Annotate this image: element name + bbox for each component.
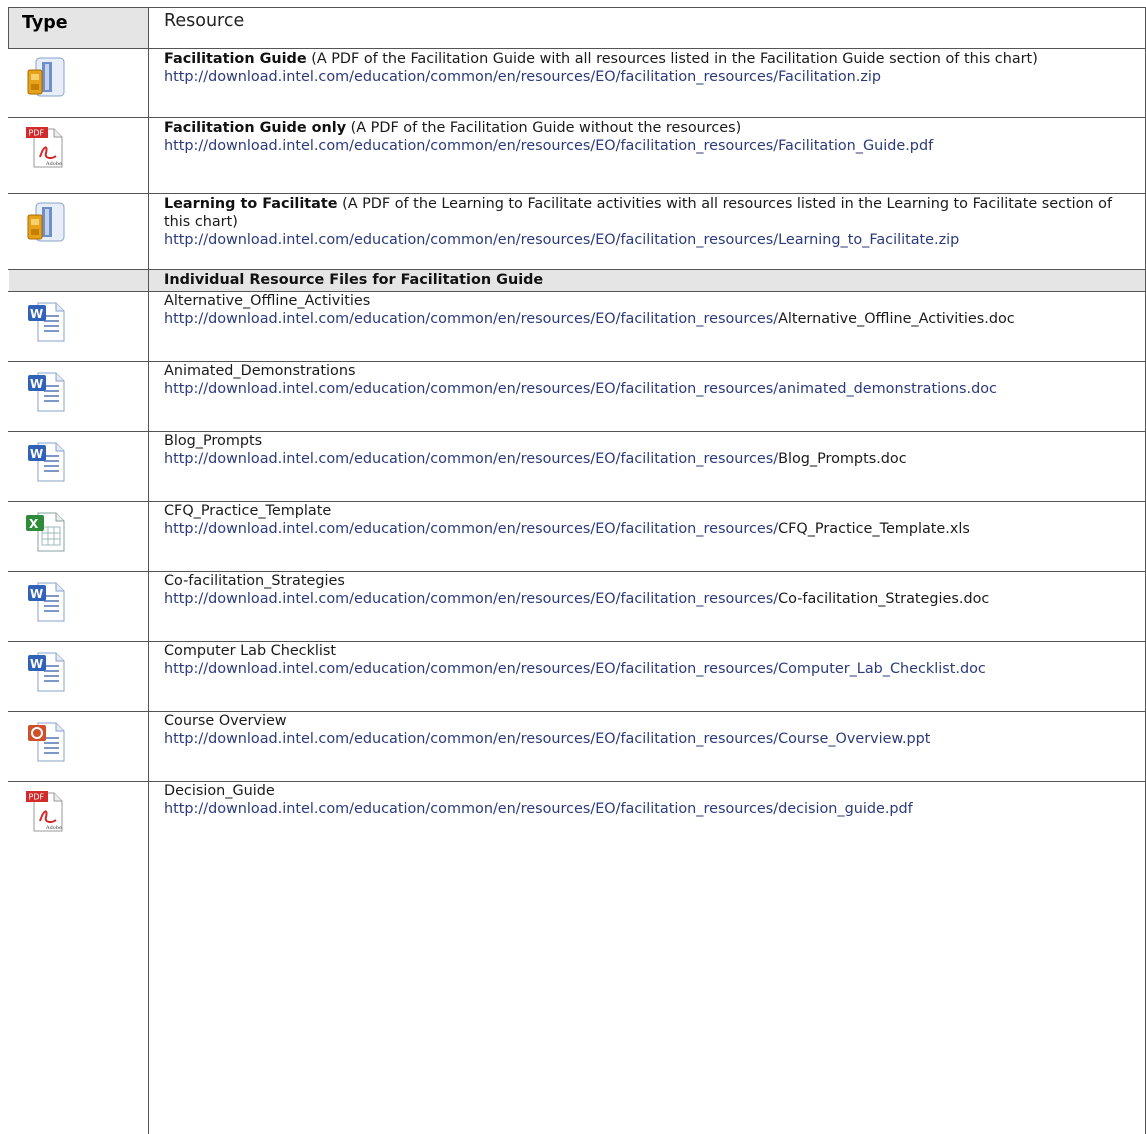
- resource-title: Facilitation Guide: [164, 51, 307, 67]
- file-cell: Decision_Guide http://download.intel.com/…: [164, 782, 1139, 818]
- file-link-filename[interactable]: Co-facilitation_Strategies.doc: [778, 591, 989, 607]
- table-rule: [8, 7, 9, 48]
- table-rule: [8, 193, 1146, 194]
- table-rule: [8, 48, 1146, 49]
- file-name: Co-facilitation_Strategies: [164, 573, 345, 589]
- svg-text:W: W: [30, 377, 43, 391]
- file-link[interactable]: http://download.intel.com/education/comm…: [164, 451, 778, 467]
- file-link[interactable]: http://download.intel.com/education/comm…: [164, 311, 778, 327]
- file-cell: Course Overview http://download.intel.com…: [164, 712, 1139, 748]
- file-cell: Co-facilitation_Strategies http://downloa…: [164, 572, 1139, 608]
- resource-link[interactable]: http://download.intel.com/education/comm…: [164, 69, 881, 85]
- zip-archive-icon: [22, 199, 72, 249]
- resource-table: Type Resource Facilitation Guide (A PDF o…: [0, 0, 1146, 1134]
- resource-title: Facilitation Guide only: [164, 120, 347, 136]
- resource-description: (A PDF of the Facilitation Guide without…: [346, 120, 746, 136]
- word-document-icon: W: [22, 647, 72, 697]
- file-link-filename[interactable]: CFQ_Practice_Template.xls: [778, 521, 970, 537]
- svg-text:Adobe: Adobe: [45, 825, 62, 831]
- word-document-icon: W: [22, 297, 72, 347]
- resource-link[interactable]: http://download.intel.com/education/comm…: [164, 138, 933, 154]
- resource-cell: Learning to Facilitate (A PDF of the Lea…: [164, 195, 1139, 249]
- file-cell: Animated_Demonstrations http://download.i…: [164, 362, 1139, 398]
- svg-text:W: W: [30, 307, 43, 321]
- file-cell: Alternative_Offline_Activities http://dow…: [164, 292, 1139, 328]
- file-name: CFQ_Practice_Template: [164, 503, 332, 519]
- pdf-document-icon: PDF Adobe: [22, 123, 72, 173]
- word-document-icon: W: [22, 367, 72, 417]
- file-link[interactable]: http://download.intel.com/education/comm…: [164, 801, 913, 817]
- resource-cell: Facilitation Guide (A PDF of the Facilit…: [164, 50, 1139, 86]
- excel-spreadsheet-icon: X: [22, 507, 72, 557]
- file-name: Decision_Guide: [164, 783, 275, 799]
- svg-text:W: W: [30, 447, 43, 461]
- svg-text:PDF: PDF: [29, 793, 45, 802]
- file-name: Alternative_Offline_Activities: [164, 293, 371, 309]
- table-rule: [8, 117, 1146, 118]
- file-name: Computer Lab Checklist: [164, 643, 337, 659]
- word-document-icon: W: [22, 577, 72, 627]
- word-document-icon: W: [22, 437, 72, 487]
- svg-text:X: X: [29, 517, 39, 531]
- file-cell: CFQ_Practice_Template http://download.int…: [164, 502, 1139, 538]
- svg-text:Adobe: Adobe: [45, 161, 62, 167]
- resource-cell: Facilitation Guide only (A PDF of the Fa…: [164, 119, 1139, 155]
- zip-archive-icon: [22, 54, 72, 104]
- resource-link[interactable]: http://download.intel.com/education/comm…: [164, 232, 959, 248]
- svg-text:W: W: [30, 657, 43, 671]
- column-header-type: Type: [22, 13, 68, 33]
- file-link-filename[interactable]: Alternative_Offline_Activities.doc: [778, 311, 1015, 327]
- file-link[interactable]: http://download.intel.com/education/comm…: [164, 381, 997, 397]
- file-link[interactable]: http://download.intel.com/education/comm…: [164, 521, 778, 537]
- column-header-resource: Resource: [164, 11, 245, 31]
- file-name: Blog_Prompts: [164, 433, 263, 449]
- file-cell: Computer Lab Checklist http://download.in…: [164, 642, 1139, 678]
- pdf-document-icon: PDF Adobe: [22, 787, 72, 837]
- file-name: Course Overview: [164, 713, 287, 729]
- resource-title: Learning to Facilitate: [164, 196, 338, 212]
- file-link[interactable]: http://download.intel.com/education/comm…: [164, 731, 930, 747]
- section-title: Individual Resource Files for Facilitati…: [164, 272, 544, 288]
- resource-description: (A PDF of the Facilitation Guide with al…: [306, 51, 1038, 67]
- table-rule: [148, 7, 149, 1134]
- svg-text:PDF: PDF: [29, 129, 45, 138]
- file-cell: Blog_Prompts http://download.intel.com/ed…: [164, 432, 1139, 468]
- file-link-filename[interactable]: Blog_Prompts.doc: [778, 451, 907, 467]
- table-rule: [8, 7, 1146, 8]
- file-name: Animated_Demonstrations: [164, 363, 356, 379]
- file-link[interactable]: http://download.intel.com/education/comm…: [164, 591, 778, 607]
- file-link[interactable]: http://download.intel.com/education/comm…: [164, 661, 986, 677]
- table-rule: [8, 269, 1146, 270]
- powerpoint-presentation-icon: [22, 717, 72, 767]
- svg-text:W: W: [30, 587, 43, 601]
